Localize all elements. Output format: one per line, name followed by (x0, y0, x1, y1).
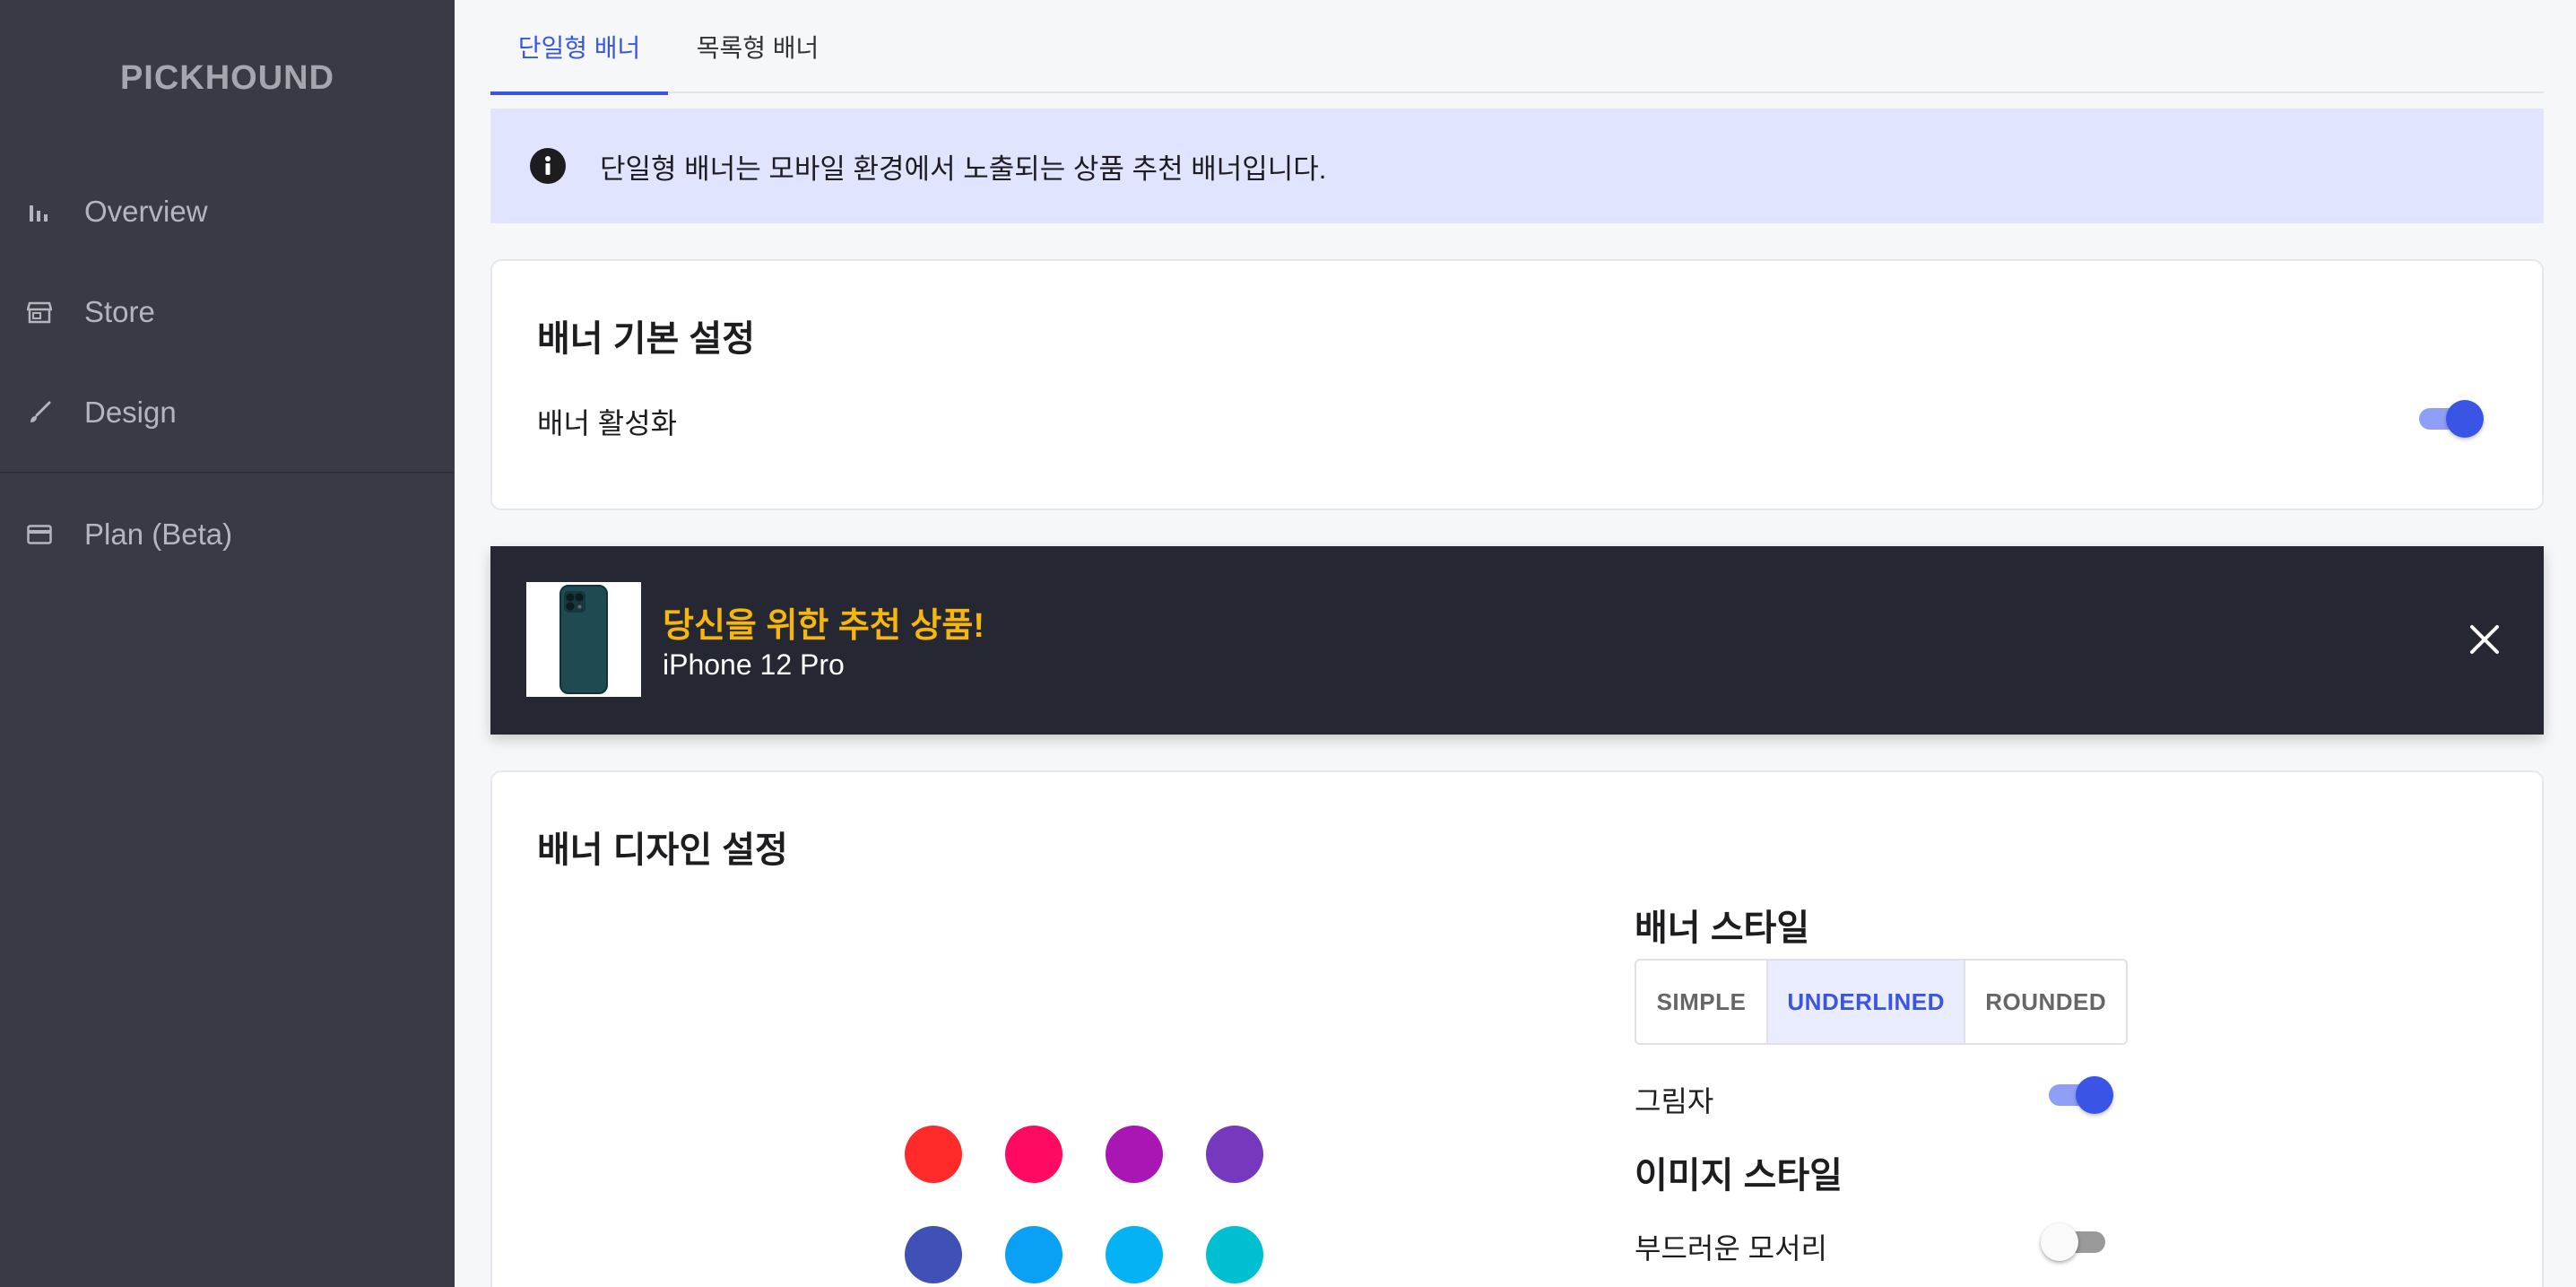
sidebar-item-label: Design (84, 396, 177, 429)
style-option-rounded[interactable]: ROUNDED (1965, 961, 2126, 1043)
sidebar-item-plan[interactable]: Plan (Beta) (0, 499, 455, 570)
banner-style-title: 배너 스타일 (1635, 909, 1810, 948)
sidebar-item-store[interactable]: Store (0, 276, 455, 348)
info-alert: 단일형 배너는 모바일 환경에서 노출되는 상품 추천 배너입니다. (490, 109, 2544, 223)
sidebar-item-label: Store (84, 295, 155, 328)
store-icon (25, 298, 54, 326)
rounded-corners-label: 부드러운 모서리 (1635, 1232, 1827, 1265)
banner-style-selector: SIMPLE UNDERLINED ROUNDED (1635, 959, 2128, 1045)
sidebar-item-label: Overview (84, 195, 208, 228)
banner-preview: 당신을 위한 추천 상품! iPhone 12 Pro (490, 546, 2544, 735)
rounded-corners-toggle[interactable] (2041, 1222, 2109, 1261)
brand-logo: PICKHOUND (119, 59, 335, 97)
activate-label: 배너 활성화 (537, 407, 678, 439)
card-title: 배너 기본 설정 (537, 319, 756, 359)
image-style-title: 이미지 스타일 (1635, 1156, 1843, 1196)
sidebar: PICKHOUND Overview Store Design Plan (Be… (0, 0, 455, 1287)
style-option-underlined[interactable]: UNDERLINED (1767, 961, 1966, 1043)
shadow-label: 그림자 (1635, 1085, 1714, 1117)
color-swatch-red[interactable] (905, 1126, 962, 1183)
info-icon (530, 148, 566, 184)
tab-single-banner[interactable]: 단일형 배너 (490, 0, 668, 95)
toggle-thumb (2446, 400, 2484, 438)
toggle-thumb (2076, 1076, 2113, 1114)
color-swatch-light-blue[interactable] (1106, 1226, 1163, 1283)
tab-list-banner[interactable]: 목록형 배너 (668, 0, 847, 93)
brush-icon (25, 398, 54, 427)
banner-type-tabs: 단일형 배너 목록형 배너 (490, 0, 2544, 95)
sidebar-item-overview[interactable]: Overview (0, 176, 455, 248)
sidebar-item-design[interactable]: Design (0, 377, 455, 448)
color-swatch-deep-purple[interactable] (1206, 1126, 1263, 1183)
basic-settings-card: 배너 기본 설정 배너 활성화 (490, 259, 2544, 510)
design-settings-card: 배너 디자인 설정 (490, 770, 2544, 1287)
alert-message: 단일형 배너는 모바일 환경에서 노출되는 상품 추천 배너입니다. (600, 152, 1327, 185)
banner-product-name: iPhone 12 Pro (663, 648, 845, 681)
close-icon[interactable] (2465, 620, 2504, 659)
card-title: 배너 디자인 설정 (537, 830, 788, 870)
product-image (526, 582, 641, 697)
credit-card-icon (25, 520, 54, 549)
color-swatch-indigo[interactable] (905, 1226, 962, 1283)
banner-activate-toggle[interactable] (2416, 398, 2484, 438)
sidebar-item-label: Plan (Beta) (84, 517, 233, 551)
shadow-toggle[interactable] (2045, 1074, 2113, 1114)
style-option-simple[interactable]: SIMPLE (1636, 961, 1768, 1043)
banner-headline: 당신을 위한 추천 상품! (663, 607, 984, 645)
toggle-thumb (2041, 1223, 2078, 1261)
bar-chart-icon (25, 197, 54, 226)
color-swatch-pink[interactable] (1005, 1126, 1062, 1183)
sidebar-divider (0, 472, 455, 474)
color-swatch-cyan[interactable] (1206, 1226, 1263, 1283)
iphone-image (559, 585, 608, 694)
color-swatch-blue[interactable] (1005, 1226, 1062, 1283)
color-swatch-purple[interactable] (1106, 1126, 1163, 1183)
